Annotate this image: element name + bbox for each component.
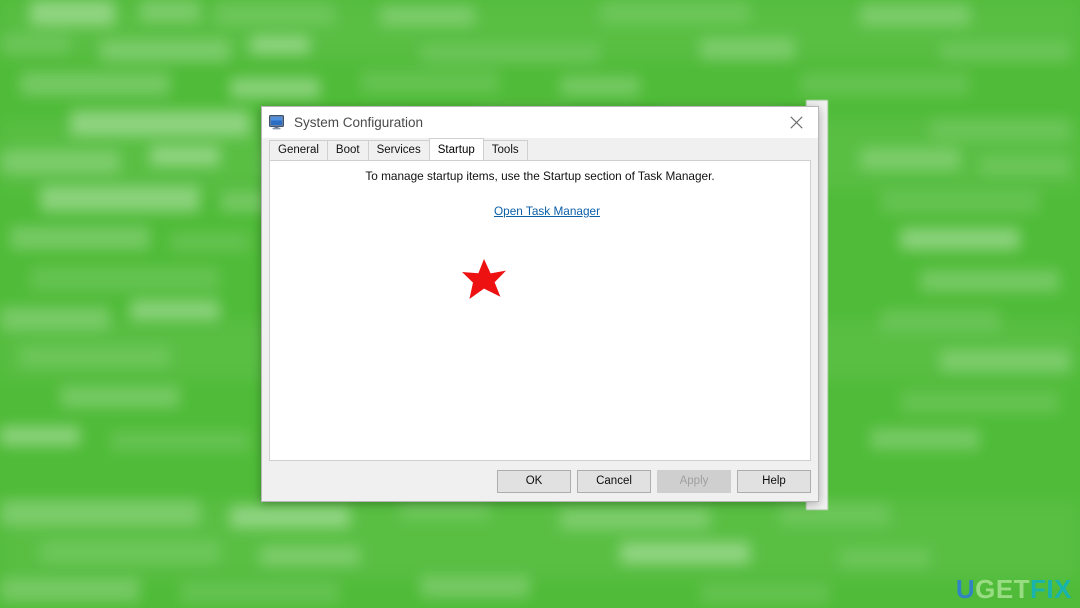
tab-services[interactable]: Services — [367, 140, 430, 160]
startup-instruction-text: To manage startup items, use the Startup… — [365, 169, 715, 183]
tab-startup[interactable]: Startup — [428, 138, 484, 160]
tab-general[interactable]: General — [269, 140, 328, 160]
cancel-button[interactable]: Cancel — [577, 469, 651, 493]
watermark-get-text: GET — [975, 574, 1031, 604]
dialog-tab-strip: General Boot Services Startup Tools — [262, 138, 818, 160]
startup-tab-panel: To manage startup items, use the Startup… — [269, 160, 811, 461]
open-task-manager-link[interactable]: Open Task Manager — [494, 204, 600, 218]
dialog-button-bar: OK Cancel Apply Help — [262, 461, 818, 501]
apply-button: Apply — [657, 469, 731, 493]
help-button[interactable]: Help — [737, 469, 811, 493]
red-star-annotation-icon — [462, 258, 506, 300]
watermark-u-text: U — [955, 574, 976, 604]
system-configuration-dialog: System Configuration General Boot Servic… — [261, 106, 819, 502]
tab-tools[interactable]: Tools — [482, 140, 528, 160]
close-icon[interactable] — [774, 107, 818, 138]
dialog-title-bar: System Configuration — [262, 107, 818, 138]
watermark-fix-text: FIX — [1030, 574, 1072, 604]
dialog-title: System Configuration — [294, 115, 424, 130]
ok-button[interactable]: OK — [497, 469, 571, 493]
tab-boot[interactable]: Boot — [326, 140, 369, 160]
ugetfix-watermark: UGETFIX — [956, 576, 1072, 602]
system-configuration-monitor-icon — [269, 115, 286, 130]
